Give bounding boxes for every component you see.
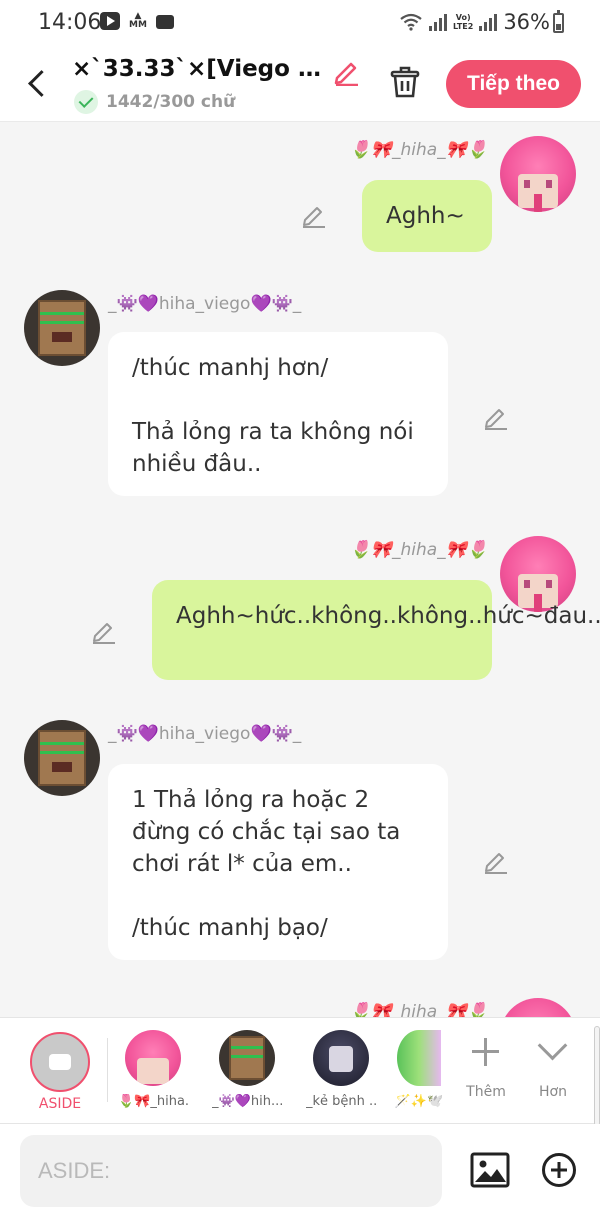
character-name: _👾💜hih... [212, 1094, 282, 1109]
message-bubble[interactable]: Aghh~ [362, 180, 492, 252]
edit-message-icon[interactable] [482, 846, 510, 874]
message-bubble[interactable]: /thúc manhj hơn/ Thả lỏng ra ta không nó… [108, 332, 448, 496]
check-icon [74, 90, 98, 114]
message-icon [156, 15, 174, 29]
scrollbar[interactable] [594, 1026, 600, 1126]
message-author: _👾💜hiha_viego💜👾_ [108, 294, 302, 314]
aside-label: ASIDE [38, 1096, 82, 1112]
box-head-avatar [219, 1030, 275, 1086]
green-avatar [397, 1030, 441, 1086]
status-system-icons: Vo) LTE2 36% [399, 10, 550, 34]
message-author: 🌷🎀_hiha_🎀🌷 [349, 1002, 488, 1017]
pink-hair-avatar[interactable] [500, 136, 576, 212]
message-author: 🌷🎀_hiha_🎀🌷 [349, 140, 488, 160]
edit-message-icon[interactable] [482, 402, 510, 430]
edit-title-icon[interactable] [332, 56, 362, 86]
trash-icon[interactable] [388, 64, 422, 100]
message-author: _👾💜hiha_viego💜👾_ [108, 724, 302, 744]
character-name: _kẻ bệnh ... [306, 1094, 376, 1109]
divider [107, 1038, 108, 1102]
word-count-text: 1442/300 chữ [106, 92, 236, 112]
mm-icon: ▲ MM [129, 11, 147, 30]
status-notification-icons: ▲ MM [100, 12, 174, 30]
wifi-icon [400, 13, 422, 31]
collapse-label: Hơn [539, 1084, 567, 1100]
status-bar: 14:06 ▲ MM Vo) LTE2 36% [0, 0, 600, 46]
add-icon[interactable] [541, 1152, 577, 1188]
character-chip[interactable]: 🌷🎀_hiha... [118, 1030, 188, 1109]
character-name: 🌷🎀_hiha... [118, 1094, 188, 1109]
story-title[interactable]: ×`33.33`×[Viego x h... [72, 56, 327, 82]
pink-hair-avatar[interactable] [500, 536, 576, 612]
more-characters-button[interactable]: Thêm [456, 1032, 516, 1100]
battery-icon [553, 10, 564, 33]
character-bar: ASIDE 🌷🎀_hiha... _👾💜hih... _kẻ bệnh ... … [0, 1017, 600, 1126]
signal-icon-2 [479, 13, 498, 31]
message-input[interactable] [20, 1135, 442, 1207]
character-chip[interactable]: _👾💜hih... [212, 1030, 282, 1109]
message-bubble[interactable]: 1 Thả lỏng ra hoặc 2 đừng có chắc tại sa… [108, 764, 448, 960]
character-name: 🪄✨🕊️ [394, 1094, 444, 1109]
message-bubble[interactable]: Aghh~hức..không..không..hức~đau..a~ [152, 580, 600, 680]
character-chip[interactable]: 🪄✨🕊️ [394, 1030, 444, 1109]
message-author: 🌷🎀_hiha_🎀🌷 [349, 540, 488, 560]
plus-icon [456, 1032, 516, 1072]
back-button[interactable] [22, 64, 54, 104]
dark-hair-avatar [313, 1030, 369, 1086]
character-chip[interactable]: _kẻ bệnh ... [306, 1030, 376, 1109]
status-time: 14:06 [38, 10, 102, 35]
pink-hair-avatar[interactable] [500, 998, 576, 1017]
chat-thread[interactable]: 🌷🎀_hiha_🎀🌷 Aghh~ _👾💜hiha_viego💜👾_ /thúc … [0, 122, 600, 1017]
more-label: Thêm [466, 1084, 506, 1100]
signal-icon [429, 13, 448, 31]
image-icon[interactable] [470, 1152, 510, 1188]
youtube-icon [100, 12, 120, 30]
aside-button[interactable] [30, 1032, 90, 1092]
collapse-button[interactable]: Hơn [523, 1032, 583, 1100]
box-head-avatar[interactable] [24, 290, 100, 366]
edit-message-icon[interactable] [90, 616, 118, 644]
chevron-down-icon [523, 1032, 583, 1072]
volte-icon: Vo) LTE2 [453, 13, 474, 31]
box-head-avatar[interactable] [24, 720, 100, 796]
pink-hair-avatar [125, 1030, 181, 1086]
battery-percent: 36% [503, 10, 550, 34]
word-count: 1442/300 chữ [74, 90, 235, 114]
input-bar [0, 1124, 600, 1209]
edit-message-icon[interactable] [300, 200, 328, 228]
story-header: ×`33.33`×[Viego x h... 1442/300 chữ Tiếp… [0, 46, 600, 122]
next-button[interactable]: Tiếp theo [446, 60, 581, 108]
